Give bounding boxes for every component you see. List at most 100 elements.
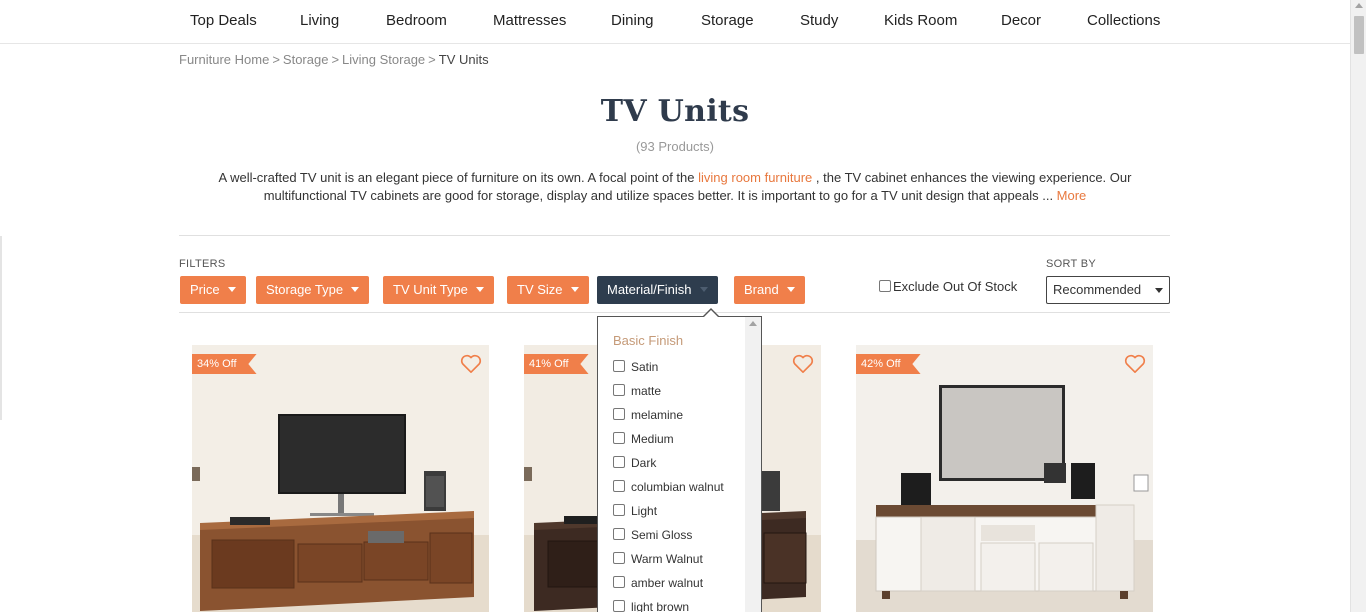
filter-storage-type-button[interactable]: Storage Type (256, 276, 370, 304)
filters-label: FILTERS (179, 258, 226, 270)
finish-option-label: melamine (631, 408, 684, 422)
living-room-furniture-link[interactable]: living room furniture (698, 170, 812, 185)
filter-tv-size-button[interactable]: TV Size (507, 276, 589, 304)
discount-badge: 41% Off (524, 354, 589, 374)
nav-item-mattresses[interactable]: Mattresses (493, 12, 566, 29)
material-finish-dropdown: Basic Finish Satin matte melamine Medium… (597, 316, 762, 612)
scrollbar-thumb[interactable] (1354, 16, 1364, 54)
discount-badge: 34% Off (192, 354, 257, 374)
nav-item-kids-room[interactable]: Kids Room (884, 12, 957, 29)
filter-label: Brand (744, 282, 779, 297)
finish-checkbox[interactable] (613, 552, 625, 564)
finish-option-melamine[interactable]: melamine (613, 408, 683, 422)
exclude-out-of-stock-checkbox[interactable] (879, 280, 891, 292)
finish-option-label: Dark (631, 456, 657, 470)
caret-down-icon (227, 287, 236, 293)
page-scrollbar[interactable] (1350, 0, 1366, 612)
finish-option-amber-walnut[interactable]: amber walnut (613, 576, 703, 590)
more-link[interactable]: More (1057, 188, 1087, 203)
breadcrumb-current: TV Units (438, 52, 489, 67)
product-image[interactable] (192, 345, 489, 612)
heart-outline-icon[interactable] (460, 354, 482, 374)
finish-checkbox[interactable] (613, 600, 625, 612)
scroll-up-arrow-icon[interactable] (1355, 3, 1363, 8)
category-description: A well-crafted TV unit is an elegant pie… (190, 169, 1160, 205)
finish-checkbox[interactable] (613, 456, 625, 468)
caret-down-icon (699, 287, 708, 293)
nav-item-top-deals[interactable]: Top Deals (190, 12, 257, 29)
sort-select[interactable]: Recommended (1046, 276, 1170, 304)
side-edge-divider (0, 236, 2, 420)
nav-item-living[interactable]: Living (300, 12, 339, 29)
finish-option-columbian-walnut[interactable]: columbian walnut (613, 480, 724, 494)
description-text: A well-crafted TV unit is an elegant pie… (218, 170, 699, 185)
nav-item-bedroom[interactable]: Bedroom (386, 12, 447, 29)
nav-item-study[interactable]: Study (800, 12, 838, 29)
filter-label: Material/Finish (607, 282, 692, 297)
finish-checkbox[interactable] (613, 408, 625, 420)
finish-checkbox[interactable] (613, 432, 625, 444)
finish-checkbox[interactable] (613, 504, 625, 516)
finish-option-medium[interactable]: Medium (613, 432, 674, 446)
nav-item-decor[interactable]: Decor (1001, 12, 1041, 29)
sort-by-label: SORT BY (1046, 258, 1096, 270)
dropdown-scrollbar[interactable] (745, 317, 761, 612)
finish-checkbox[interactable] (613, 360, 625, 372)
finish-option-label: Warm Walnut (631, 552, 703, 566)
sort-selected-value: Recommended (1053, 282, 1142, 297)
finish-option-label: light brown (631, 600, 690, 612)
finish-option-label: matte (631, 384, 662, 398)
finish-option-label: Light (631, 504, 658, 518)
caret-down-icon (570, 287, 579, 293)
finish-option-label: columbian walnut (631, 480, 724, 494)
top-navigation: Top Deals Living Bedroom Mattresses Dini… (0, 0, 1350, 44)
discount-badge: 42% Off (856, 354, 921, 374)
product-card[interactable]: 42% Off (856, 345, 1153, 612)
finish-option-satin[interactable]: Satin (613, 360, 658, 374)
caret-down-icon (786, 287, 795, 293)
finish-option-label: amber walnut (631, 576, 704, 590)
divider (179, 235, 1170, 236)
basic-finish-heading: Basic Finish (613, 333, 684, 348)
dropdown-pointer-inner (704, 310, 718, 317)
heart-outline-icon[interactable] (792, 354, 814, 374)
scroll-up-arrow-icon[interactable] (749, 321, 757, 326)
nav-item-collections[interactable]: Collections (1087, 12, 1160, 29)
heart-outline-icon[interactable] (1124, 354, 1146, 374)
filter-label: TV Size (517, 282, 563, 297)
breadcrumb-storage[interactable]: Storage (283, 52, 329, 67)
product-card[interactable]: 34% Off (192, 345, 489, 612)
breadcrumb-separator: > (331, 52, 340, 67)
exclude-out-of-stock-label: Exclude Out Of Stock (893, 279, 1018, 294)
finish-checkbox[interactable] (613, 576, 625, 588)
nav-item-dining[interactable]: Dining (611, 12, 654, 29)
nav-item-storage[interactable]: Storage (701, 12, 754, 29)
finish-option-warm-walnut[interactable]: Warm Walnut (613, 552, 703, 566)
caret-down-icon (475, 287, 484, 293)
finish-checkbox[interactable] (613, 528, 625, 540)
filter-brand-button[interactable]: Brand (734, 276, 805, 304)
product-count: (93 Products) (635, 139, 715, 154)
finish-checkbox[interactable] (613, 480, 625, 492)
breadcrumb-furniture-home[interactable]: Furniture Home (179, 52, 269, 67)
caret-down-icon (1155, 288, 1163, 293)
divider (179, 312, 1170, 313)
breadcrumb: Furniture Home > Storage > Living Storage > TV… (179, 52, 489, 67)
filter-tv-unit-type-button[interactable]: TV Unit Type (383, 276, 494, 304)
breadcrumb-separator: > (428, 52, 436, 67)
filter-price-button[interactable]: Price (180, 276, 246, 304)
finish-option-matte[interactable]: matte (613, 384, 661, 398)
finish-option-dark[interactable]: Dark (613, 456, 656, 470)
finish-option-light[interactable]: Light (613, 504, 657, 518)
product-image[interactable] (856, 345, 1153, 612)
exclude-out-of-stock-toggle[interactable]: Exclude Out Of Stock (879, 279, 1017, 294)
breadcrumb-living-storage[interactable]: Living Storage (342, 52, 425, 67)
filter-label: Storage Type (266, 282, 344, 297)
finish-checkbox[interactable] (613, 384, 625, 396)
filter-label: TV Unit Type (393, 282, 468, 297)
finish-option-light-brown[interactable]: light brown (613, 600, 689, 612)
finish-option-label: Semi Gloss (631, 528, 693, 542)
finish-option-label: Satin (631, 360, 659, 374)
filter-material-finish-button[interactable]: Material/Finish (597, 276, 718, 304)
finish-option-semi-gloss[interactable]: Semi Gloss (613, 528, 692, 542)
